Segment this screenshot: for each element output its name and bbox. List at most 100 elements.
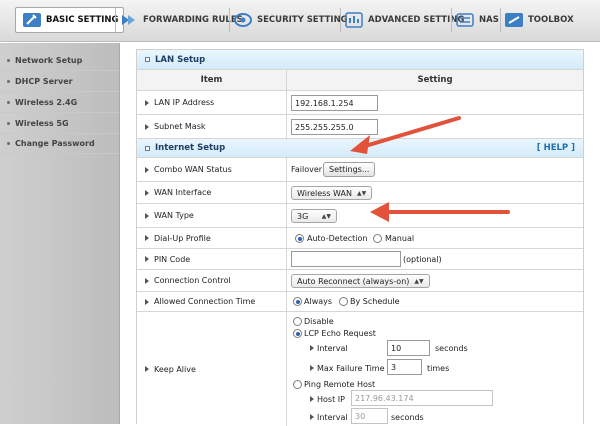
triangle-right-icon [310, 365, 314, 371]
triangle-right-icon [145, 99, 149, 106]
tab-label: TOOLBOX [528, 15, 574, 25]
tab-basic-setting[interactable]: BASIC SETTING [15, 7, 124, 33]
tab-divider [451, 8, 452, 32]
section-collapse-icon [145, 145, 150, 151]
tab-divider [340, 8, 341, 32]
row-label: Connection Control [137, 270, 287, 291]
row-value [287, 91, 583, 114]
sidebar-item-label: Change Password [15, 139, 95, 148]
triangle-right-icon [145, 277, 149, 284]
wan-interface-select[interactable]: Wireless WAN ▲▼ [291, 186, 373, 200]
wan-type-select[interactable]: 3G ▲▼ [291, 209, 337, 223]
tab-forwarding-rules[interactable]: FORWARDING RULES [119, 7, 243, 33]
triangle-right-icon [145, 166, 149, 173]
column-header-item: Item [137, 70, 287, 90]
tab-advanced-setting[interactable]: ADVANCED SETTING [344, 7, 464, 33]
row-value [287, 115, 583, 138]
table-row: Subnet Mask [137, 115, 583, 139]
section-collapse-icon [145, 57, 150, 62]
triangle-right-icon [145, 212, 149, 219]
row-label: PIN Code [137, 249, 287, 269]
keepalive-lcp-label: LCP Echo Request [304, 329, 376, 338]
settings-panel: LAN Setup Item Setting LAN IP Address Su… [136, 49, 584, 426]
dialup-auto-label: Auto-Detection [307, 234, 368, 243]
row-value: Disable LCP Echo Request Interval second… [287, 312, 583, 426]
bullet-icon [7, 101, 10, 104]
tab-label: ADVANCED SETTING [368, 15, 465, 25]
connection-control-label: Connection Control [154, 276, 231, 285]
table-row: WAN Type 3G ▲▼ [137, 204, 583, 228]
max-failure-label: Max Failure Time [317, 364, 385, 373]
row-label: Keep Alive [137, 312, 287, 426]
dialup-auto-radio[interactable] [295, 234, 304, 243]
triangle-right-icon [145, 256, 149, 262]
forwarding-icon [122, 15, 135, 25]
sidebar-item-wireless-5g[interactable]: Wireless 5G [0, 114, 119, 134]
dialup-manual-radio[interactable] [373, 234, 382, 243]
table-row: Keep Alive Disable LCP Echo Request Inte… [137, 312, 583, 426]
select-value: Wireless WAN [297, 188, 352, 198]
keepalive-ping-radio[interactable] [293, 380, 302, 389]
allowed-schedule-radio[interactable] [339, 297, 348, 306]
tab-divider [115, 8, 116, 32]
triangle-right-icon [310, 345, 314, 351]
tab-toolbox[interactable]: TOOLBOX [504, 7, 574, 33]
lan-setup-header: LAN Setup [137, 50, 583, 70]
lan-ip-label: LAN IP Address [154, 98, 215, 107]
keepalive-lcp-radio[interactable] [293, 329, 302, 338]
updown-arrow-icon: ▲▼ [414, 277, 424, 285]
bullet-icon [7, 122, 10, 125]
row-label: Dial-Up Profile [137, 228, 287, 248]
bullet-icon [7, 59, 10, 62]
combo-wan-label: Combo WAN Status [154, 165, 232, 174]
lan-ip-input[interactable] [291, 95, 378, 111]
ping-interval-label: Interval [317, 413, 348, 422]
table-row: Connection Control Auto Reconnect (alway… [137, 270, 583, 292]
ping-interval-input[interactable] [351, 408, 388, 424]
row-value: Failover Settings... [287, 158, 583, 181]
combo-settings-button[interactable]: Settings... [323, 162, 376, 177]
sidebar-item-network-setup[interactable]: Network Setup [0, 51, 119, 71]
sidebar-item-change-password[interactable]: Change Password [0, 134, 119, 154]
triangle-right-icon [145, 235, 149, 241]
row-label: WAN Type [137, 204, 287, 227]
allowed-schedule-label: By Schedule [350, 297, 400, 306]
keepalive-disable-label: Disable [304, 317, 334, 326]
row-value: (optional) [287, 249, 583, 269]
triangle-right-icon [310, 414, 314, 420]
ping-host-input[interactable] [351, 390, 493, 406]
table-row: Combo WAN Status Failover Settings... [137, 158, 583, 182]
table-row: LAN IP Address [137, 91, 583, 115]
sidebar-item-dhcp-server[interactable]: DHCP Server [0, 72, 119, 92]
tab-label: BASIC SETTING [46, 15, 119, 25]
row-value: Auto Reconnect (always-on) ▲▼ [287, 270, 583, 291]
subnet-mask-input[interactable] [291, 119, 378, 135]
tab-security-setting[interactable]: SECURITY SETTING [233, 7, 348, 33]
wan-type-label: WAN Type [154, 211, 194, 220]
sidebar-item-wireless-24g[interactable]: Wireless 2.4G [0, 93, 119, 113]
tab-divider [229, 8, 230, 32]
updown-arrow-icon: ▲▼ [321, 212, 331, 220]
connection-control-select[interactable]: Auto Reconnect (always-on) ▲▼ [291, 274, 430, 288]
sidebar-item-label: Wireless 2.4G [15, 98, 78, 107]
triangle-right-icon [145, 123, 149, 130]
row-label: LAN IP Address [137, 91, 287, 114]
allowed-always-radio[interactable] [293, 297, 302, 306]
max-failure-input[interactable] [387, 359, 422, 375]
row-value: 3G ▲▼ [287, 204, 583, 227]
keepalive-disable-radio[interactable] [293, 317, 302, 326]
pin-code-input[interactable] [291, 251, 401, 267]
section-title: Internet Setup [155, 143, 226, 153]
tab-divider [500, 8, 501, 32]
help-link[interactable]: [ HELP ] [537, 143, 575, 153]
keep-alive-label: Keep Alive [154, 364, 196, 374]
triangle-right-icon [145, 189, 149, 196]
column-header-setting: Setting [417, 75, 453, 85]
table-column-headers: Item Setting [137, 70, 583, 91]
sidebar-item-label: DHCP Server [15, 77, 73, 86]
lcp-interval-input[interactable] [387, 340, 430, 356]
select-value: Auto Reconnect (always-on) [297, 276, 410, 286]
tab-nas[interactable]: NAS [455, 7, 499, 33]
shield-icon [234, 13, 252, 27]
max-failure-unit: times [427, 364, 450, 373]
